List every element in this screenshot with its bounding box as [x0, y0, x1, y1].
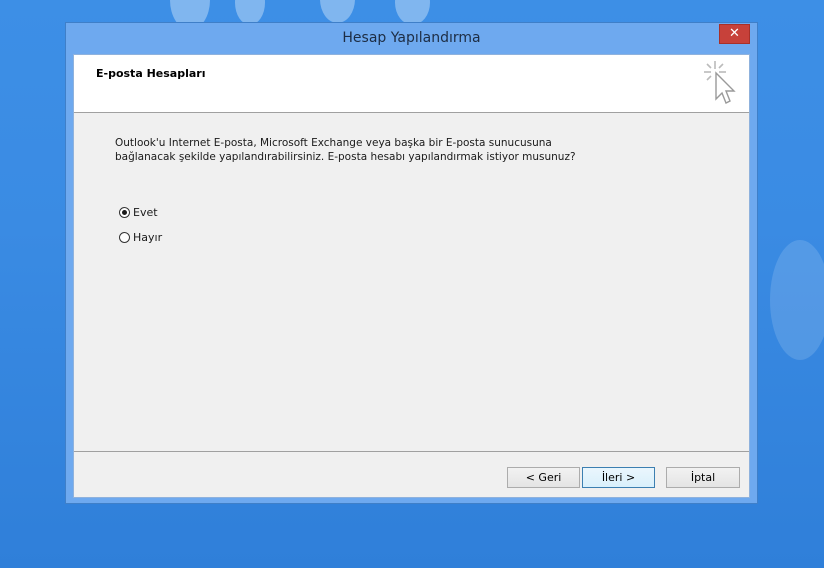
window-title: Hesap Yapılandırma [342, 30, 481, 46]
next-button[interactable]: İleri > [582, 467, 655, 488]
prompt-line-1: Outlook'u Internet E-posta, Microsoft Ex… [115, 137, 552, 149]
prompt-line-2: bağlanacak şekilde yapılandırabilirsiniz… [115, 151, 576, 163]
wizard-cursor-icon [704, 61, 736, 104]
footer-separator [74, 451, 749, 452]
setup-prompt: Outlook'u Internet E-posta, Microsoft Ex… [115, 136, 595, 164]
radio-button[interactable] [119, 232, 130, 243]
radio-label-no: Hayır [133, 231, 163, 244]
radio-label-yes: Evet [133, 206, 158, 219]
radio-option-yes[interactable]: Evet [119, 206, 158, 219]
dialog-client-area: E-posta Hesapları Outlook'u Internet E-p… [73, 54, 750, 498]
radio-option-no[interactable]: Hayır [119, 231, 162, 244]
title-bar[interactable]: Hesap Yapılandırma ✕ [66, 23, 757, 54]
desktop-wallpaper-shape [320, 0, 355, 23]
close-button[interactable]: ✕ [719, 24, 750, 44]
page-title: E-posta Hesapları [96, 67, 206, 80]
account-setup-dialog: Hesap Yapılandırma ✕ E-posta Hesapları O… [65, 22, 758, 504]
back-button[interactable]: < Geri [507, 467, 580, 488]
wizard-header: E-posta Hesapları [74, 55, 749, 113]
radio-button[interactable] [119, 207, 130, 218]
desktop-wallpaper-shape [770, 240, 824, 360]
cancel-button[interactable]: İptal [666, 467, 740, 488]
